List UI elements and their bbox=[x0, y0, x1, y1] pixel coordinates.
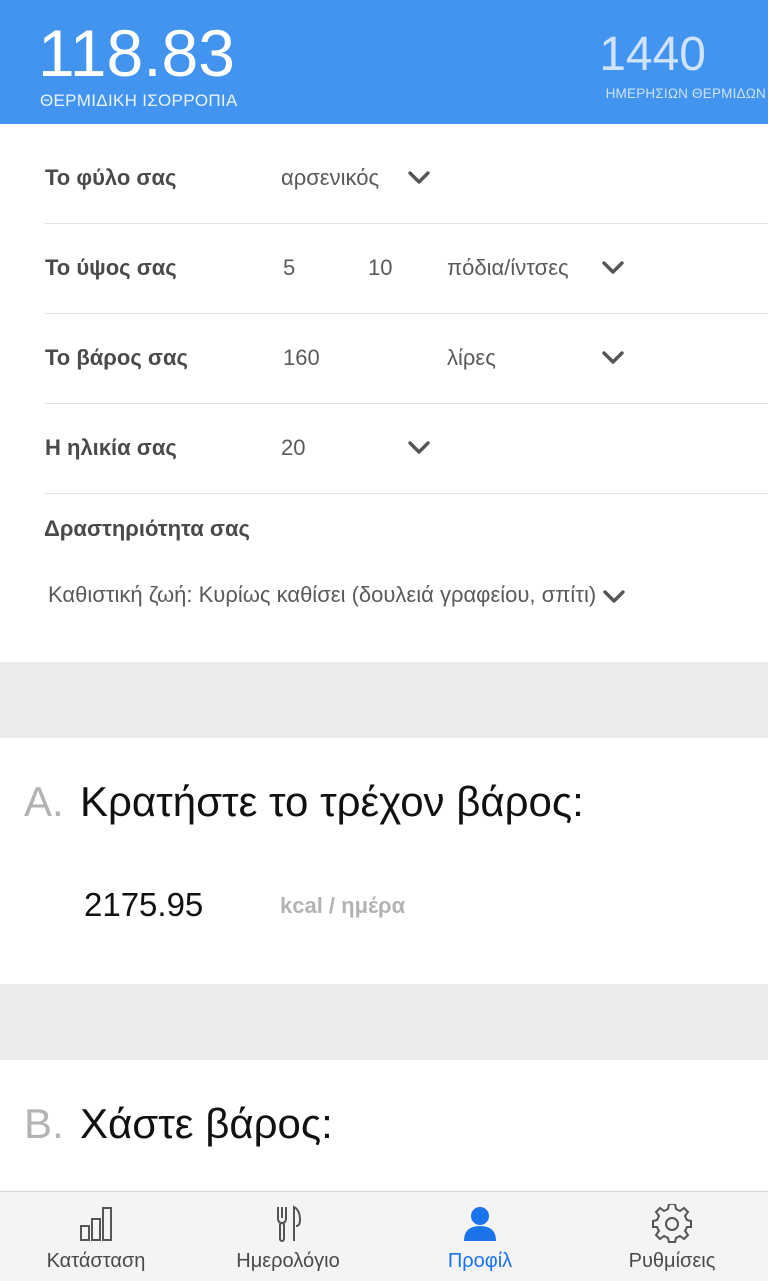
height-inches-input[interactable]: 10 bbox=[368, 223, 392, 313]
chevron-down-icon[interactable] bbox=[602, 585, 626, 609]
activity-label: Δραστηριότητα σας bbox=[44, 516, 250, 541]
nav-profile[interactable]: Προφίλ bbox=[384, 1192, 576, 1281]
calorie-balance-label: ΘΕΡΜΙΔΙΚΗ ΙΣΟΡΡΟΠΙΑ bbox=[40, 91, 238, 110]
calorie-header: 118.83 ΘΕΡΜΙΔΙΚΗ ΙΣΟΡΡΟΠΙΑ 1440 ΗΜΕΡΗΣΙΩ… bbox=[0, 0, 768, 124]
section-a-title: Κρατήστε το τρέχον βάρος: bbox=[80, 778, 584, 825]
maintain-kcal-value: 2175.95 bbox=[84, 886, 204, 923]
age-select[interactable]: 20 bbox=[281, 403, 305, 493]
section-b-letter: B. bbox=[24, 1100, 64, 1147]
nav-diary[interactable]: Ημερολόγιο bbox=[192, 1192, 384, 1281]
lose-weight-section: B. Χάστε βάρος: bbox=[0, 1060, 768, 1200]
height-feet-input[interactable]: 5 bbox=[283, 223, 295, 313]
nav-status[interactable]: Κατάσταση bbox=[0, 1192, 192, 1281]
section-b-title: Χάστε βάρος: bbox=[80, 1100, 333, 1147]
person-icon bbox=[460, 1204, 500, 1244]
chevron-down-icon[interactable] bbox=[601, 256, 625, 280]
section-a-letter: A. bbox=[24, 778, 64, 825]
weight-label: Το βάρος σας bbox=[45, 345, 188, 370]
gender-value[interactable]: αρσενικός bbox=[281, 133, 379, 223]
chevron-down-icon[interactable] bbox=[407, 166, 431, 190]
age-row: Η ηλικία σας 20 bbox=[44, 403, 768, 494]
gender-row: Το φύλο σας αρσενικός bbox=[44, 133, 768, 224]
chevron-down-icon[interactable] bbox=[407, 436, 431, 460]
daily-calories-label: ΗΜΕΡΗΣΙΩΝ ΘΕΡΜΙΔΩΝ bbox=[605, 86, 766, 101]
gender-label: Το φύλο σας bbox=[45, 165, 177, 190]
weight-input[interactable]: 160 bbox=[283, 313, 320, 403]
calorie-balance-value: 118.83 bbox=[38, 16, 235, 90]
nav-status-label: Κατάσταση bbox=[46, 1250, 146, 1272]
maintain-kcal-unit: kcal / ημέρα bbox=[280, 893, 406, 918]
gear-icon bbox=[652, 1204, 692, 1244]
profile-form: Το φύλο σας αρσενικός Το ύψος σας 5 10 π… bbox=[0, 124, 768, 662]
nav-settings-label: Ρυθμίσεις bbox=[628, 1250, 716, 1272]
nav-diary-label: Ημερολόγιο bbox=[236, 1250, 340, 1272]
fork-knife-icon bbox=[268, 1204, 308, 1244]
nav-profile-label: Προφίλ bbox=[447, 1250, 513, 1272]
age-label: Η ηλικία σας bbox=[45, 435, 177, 460]
activity-select[interactable]: Καθιστική ζωή: Κυρίως καθίσει (δουλειά γ… bbox=[48, 576, 628, 616]
chevron-down-icon[interactable] bbox=[601, 346, 625, 370]
nav-settings[interactable]: Ρυθμίσεις bbox=[576, 1192, 768, 1281]
bottom-nav: Κατάσταση Ημερολόγιο Προφίλ Ρυθμίσεις bbox=[0, 1191, 768, 1281]
daily-calories-value: 1440 bbox=[599, 28, 706, 81]
bar-chart-icon bbox=[76, 1204, 116, 1244]
height-row: Το ύψος σας 5 10 πόδια/ίντσες bbox=[44, 223, 768, 314]
activity-value: Καθιστική ζωή: Κυρίως καθίσει (δουλειά γ… bbox=[48, 582, 597, 607]
maintain-weight-section: A. Κρατήστε το τρέχον βάρος: 2175.95 kca… bbox=[0, 738, 768, 984]
weight-unit-select[interactable]: λίρες bbox=[447, 313, 496, 403]
weight-row: Το βάρος σας 160 λίρες bbox=[44, 313, 768, 404]
height-unit-select[interactable]: πόδια/ίντσες bbox=[447, 223, 569, 313]
height-label: Το ύψος σας bbox=[45, 255, 177, 280]
